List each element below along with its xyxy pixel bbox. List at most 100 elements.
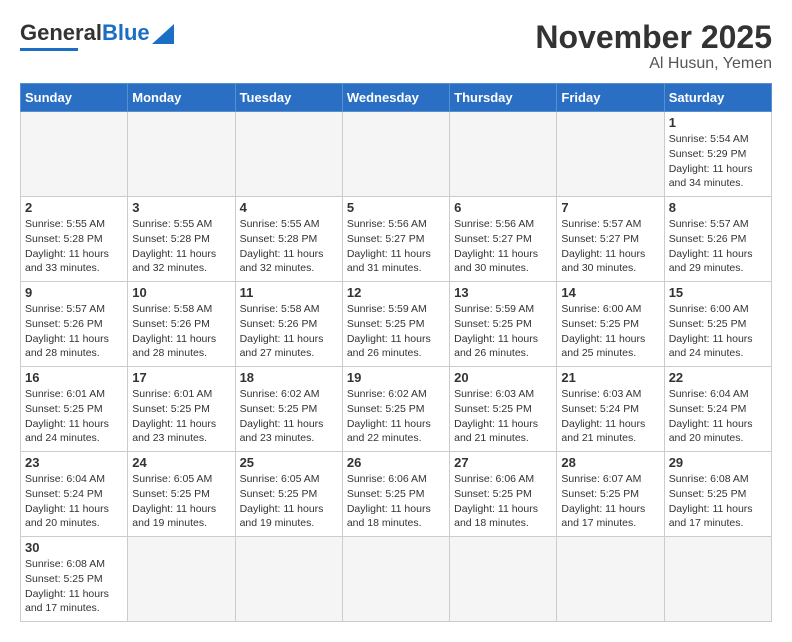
day-number: 11 — [240, 285, 338, 300]
calendar-cell — [557, 537, 664, 622]
day-info: Sunrise: 6:06 AM Sunset: 5:25 PM Dayligh… — [454, 472, 552, 531]
day-info: Sunrise: 6:00 AM Sunset: 5:25 PM Dayligh… — [561, 302, 659, 361]
calendar-cell: 13Sunrise: 5:59 AM Sunset: 5:25 PM Dayli… — [450, 282, 557, 367]
day-info: Sunrise: 6:06 AM Sunset: 5:25 PM Dayligh… — [347, 472, 445, 531]
calendar-cell — [128, 112, 235, 197]
day-info: Sunrise: 6:04 AM Sunset: 5:24 PM Dayligh… — [669, 387, 767, 446]
calendar-cell: 28 Sunrise: 6:07 AM Sunset: 5:25 PM Dayli… — [557, 452, 664, 537]
logo-blue: Blue — [102, 20, 150, 46]
calendar-cell: 27Sunrise: 6:06 AM Sunset: 5:25 PM Dayli… — [450, 452, 557, 537]
day-number: 4 — [240, 200, 338, 215]
day-info: Sunrise: 6:02 AM Sunset: 5:25 PM Dayligh… — [347, 387, 445, 446]
calendar-table: SundayMondayTuesdayWednesdayThursdayFrid… — [20, 83, 772, 622]
logo: General Blue — [20, 20, 174, 51]
calendar-cell: 5Sunrise: 5:56 AM Sunset: 5:27 PM Daylig… — [342, 197, 449, 282]
calendar-cell: 2Sunrise: 5:55 AM Sunset: 5:28 PM Daylig… — [21, 197, 128, 282]
header-sunday: Sunday — [21, 84, 128, 112]
calendar-cell: 25 Sunrise: 6:05 AM Sunset: 5:25 PM Dayli… — [235, 452, 342, 537]
calendar-cell: 21 Sunrise: 6:03 AM Sunset: 5:24 PM Dayli… — [557, 367, 664, 452]
day-number: 23 — [25, 455, 123, 470]
day-info: Sunrise: 6:05 AM Sunset: 5:25 PM Dayligh… — [132, 472, 230, 531]
day-info: Sunrise: 6:01 AM Sunset: 5:25 PM Dayligh… — [132, 387, 230, 446]
day-info: Sunrise: 6:08 AM Sunset: 5:25 PM Dayligh… — [25, 557, 123, 616]
calendar-week-row: 9 Sunrise: 5:57 AM Sunset: 5:26 PM Daylig… — [21, 282, 772, 367]
calendar-cell: 26Sunrise: 6:06 AM Sunset: 5:25 PM Dayli… — [342, 452, 449, 537]
header-monday: Monday — [128, 84, 235, 112]
day-info: Sunrise: 6:03 AM Sunset: 5:25 PM Dayligh… — [454, 387, 552, 446]
calendar-cell: 19 Sunrise: 6:02 AM Sunset: 5:25 PM Dayli… — [342, 367, 449, 452]
day-number: 15 — [669, 285, 767, 300]
calendar-cell — [557, 112, 664, 197]
calendar-cell: 22 Sunrise: 6:04 AM Sunset: 5:24 PM Dayli… — [664, 367, 771, 452]
calendar-cell: 7 Sunrise: 5:57 AM Sunset: 5:27 PM Daylig… — [557, 197, 664, 282]
title-area: November 2025 Al Husun, Yemen — [535, 20, 772, 73]
logo-underline — [20, 48, 78, 51]
day-info: Sunrise: 6:05 AM Sunset: 5:25 PM Dayligh… — [240, 472, 338, 531]
calendar-cell: 4 Sunrise: 5:55 AM Sunset: 5:28 PM Daylig… — [235, 197, 342, 282]
calendar-cell — [664, 537, 771, 622]
calendar-cell: 24 Sunrise: 6:05 AM Sunset: 5:25 PM Dayli… — [128, 452, 235, 537]
day-number: 21 — [561, 370, 659, 385]
day-number: 1 — [669, 115, 767, 130]
calendar-cell: 23 Sunrise: 6:04 AM Sunset: 5:24 PM Dayli… — [21, 452, 128, 537]
day-info: Sunrise: 6:07 AM Sunset: 5:25 PM Dayligh… — [561, 472, 659, 531]
day-number: 22 — [669, 370, 767, 385]
day-info: Sunrise: 5:59 AM Sunset: 5:25 PM Dayligh… — [347, 302, 445, 361]
calendar-cell — [235, 537, 342, 622]
day-number: 19 — [347, 370, 445, 385]
header-saturday: Saturday — [664, 84, 771, 112]
day-number: 9 — [25, 285, 123, 300]
calendar-week-row: 23 Sunrise: 6:04 AM Sunset: 5:24 PM Dayli… — [21, 452, 772, 537]
day-info: Sunrise: 5:55 AM Sunset: 5:28 PM Dayligh… — [240, 217, 338, 276]
calendar-cell: 17 Sunrise: 6:01 AM Sunset: 5:25 PM Dayli… — [128, 367, 235, 452]
header-thursday: Thursday — [450, 84, 557, 112]
day-number: 13 — [454, 285, 552, 300]
calendar-cell: 18 Sunrise: 6:02 AM Sunset: 5:25 PM Dayli… — [235, 367, 342, 452]
day-info: Sunrise: 6:00 AM Sunset: 5:25 PM Dayligh… — [669, 302, 767, 361]
page-header: General Blue November 2025 Al Husun, Yem… — [20, 20, 772, 73]
calendar-cell: 6Sunrise: 5:56 AM Sunset: 5:27 PM Daylig… — [450, 197, 557, 282]
day-info: Sunrise: 5:57 AM Sunset: 5:27 PM Dayligh… — [561, 217, 659, 276]
day-info: Sunrise: 5:58 AM Sunset: 5:26 PM Dayligh… — [132, 302, 230, 361]
day-info: Sunrise: 6:01 AM Sunset: 5:25 PM Dayligh… — [25, 387, 123, 446]
day-number: 28 — [561, 455, 659, 470]
day-number: 29 — [669, 455, 767, 470]
day-number: 3 — [132, 200, 230, 215]
calendar-cell: 9 Sunrise: 5:57 AM Sunset: 5:26 PM Daylig… — [21, 282, 128, 367]
day-number: 5 — [347, 200, 445, 215]
day-info: Sunrise: 5:55 AM Sunset: 5:28 PM Dayligh… — [25, 217, 123, 276]
day-info: Sunrise: 6:04 AM Sunset: 5:24 PM Dayligh… — [25, 472, 123, 531]
day-number: 8 — [669, 200, 767, 215]
calendar-cell — [450, 112, 557, 197]
calendar-cell — [450, 537, 557, 622]
day-info: Sunrise: 6:02 AM Sunset: 5:25 PM Dayligh… — [240, 387, 338, 446]
day-info: Sunrise: 5:57 AM Sunset: 5:26 PM Dayligh… — [25, 302, 123, 361]
day-number: 7 — [561, 200, 659, 215]
day-number: 20 — [454, 370, 552, 385]
day-number: 30 — [25, 540, 123, 555]
location-title: Al Husun, Yemen — [535, 55, 772, 73]
calendar-cell: 11Sunrise: 5:58 AM Sunset: 5:26 PM Dayli… — [235, 282, 342, 367]
day-number: 14 — [561, 285, 659, 300]
day-number: 17 — [132, 370, 230, 385]
logo-general: General — [20, 20, 102, 46]
calendar-week-row: 2Sunrise: 5:55 AM Sunset: 5:28 PM Daylig… — [21, 197, 772, 282]
day-number: 18 — [240, 370, 338, 385]
calendar-week-row: 16 Sunrise: 6:01 AM Sunset: 5:25 PM Dayli… — [21, 367, 772, 452]
day-number: 10 — [132, 285, 230, 300]
day-number: 24 — [132, 455, 230, 470]
day-info: Sunrise: 5:57 AM Sunset: 5:26 PM Dayligh… — [669, 217, 767, 276]
day-number: 16 — [25, 370, 123, 385]
day-info: Sunrise: 6:03 AM Sunset: 5:24 PM Dayligh… — [561, 387, 659, 446]
day-number: 6 — [454, 200, 552, 215]
calendar-cell: 12Sunrise: 5:59 AM Sunset: 5:25 PM Dayli… — [342, 282, 449, 367]
calendar-cell — [342, 537, 449, 622]
calendar-cell — [342, 112, 449, 197]
header-tuesday: Tuesday — [235, 84, 342, 112]
day-info: Sunrise: 5:55 AM Sunset: 5:28 PM Dayligh… — [132, 217, 230, 276]
calendar-cell — [128, 537, 235, 622]
calendar-week-row: 1Sunrise: 5:54 AM Sunset: 5:29 PM Daylig… — [21, 112, 772, 197]
day-number: 25 — [240, 455, 338, 470]
calendar-cell: 20 Sunrise: 6:03 AM Sunset: 5:25 PM Dayli… — [450, 367, 557, 452]
calendar-cell: 15 Sunrise: 6:00 AM Sunset: 5:25 PM Dayli… — [664, 282, 771, 367]
